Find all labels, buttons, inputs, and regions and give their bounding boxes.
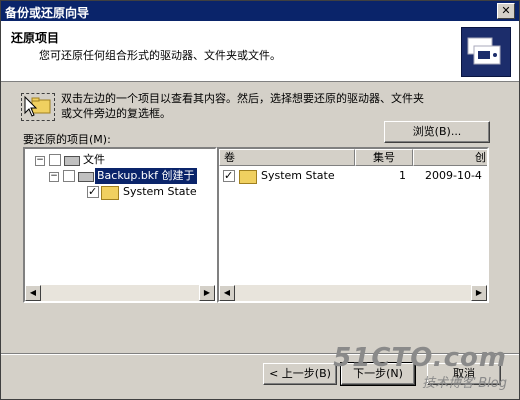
drive-icon: [64, 156, 80, 166]
instruction-text: 双击左边的一个项目以查看其内容。然后，选择想要还原的驱动器、文件夹或文件旁边的复…: [61, 92, 424, 120]
backup-cards-icon: [461, 27, 511, 77]
title-bar: 备份或还原向导 ✕: [1, 1, 519, 21]
back-button[interactable]: < 上一步(B): [263, 363, 337, 385]
scroll-left-button[interactable]: ◀: [25, 285, 41, 301]
page-title: 还原项目: [11, 31, 60, 45]
row-checkbox[interactable]: [223, 168, 235, 184]
tree-label: Backup.bkf 创建于: [95, 168, 197, 184]
tree-checkbox[interactable]: [63, 170, 75, 182]
collapse-toggle[interactable]: −: [49, 172, 59, 182]
browse-button[interactable]: 浏览(B)...: [384, 121, 490, 143]
row-name: System State: [261, 169, 335, 182]
tree-item-backup[interactable]: − Backup.bkf 创建于: [31, 168, 211, 184]
scroll-left-button[interactable]: ◀: [219, 285, 235, 301]
row-set-number: 1: [399, 169, 406, 182]
watermark-sub: 技术博客 Blog: [422, 376, 507, 391]
backup-file-icon: [78, 172, 94, 182]
items-label: 要还原的项目(M):: [23, 133, 111, 146]
page-subtitle: 您可还原任何组合形式的驱动器、文件夹或文件。: [39, 49, 281, 62]
tree-label: 文件: [83, 153, 105, 166]
list-row[interactable]: System State: [223, 168, 363, 184]
window-title: 备份或还原向导: [5, 6, 90, 20]
system-state-icon: [239, 170, 257, 184]
horizontal-scrollbar[interactable]: ◀ ▶: [25, 285, 215, 301]
tree-item-system-state[interactable]: System State: [31, 184, 211, 200]
horizontal-scrollbar[interactable]: ◀ ▶: [219, 285, 487, 301]
column-header-created[interactable]: 创: [413, 149, 487, 166]
list-pane[interactable]: 卷 集号 创 System State 1 2009-10-4 ◀ ▶: [217, 147, 489, 303]
tree-label: System State: [123, 185, 197, 198]
close-button[interactable]: ✕: [497, 3, 515, 19]
collapse-toggle[interactable]: −: [35, 156, 45, 166]
wizard-window: 备份或还原向导 ✕ 还原项目 您可还原任何组合形式的驱动器、文件夹或文件。 双击…: [0, 0, 520, 400]
tree-checkbox[interactable]: [87, 184, 99, 200]
scroll-right-button[interactable]: ▶: [199, 285, 215, 301]
column-header-volume[interactable]: 卷: [219, 149, 355, 166]
tree-pane[interactable]: − 文件 − Backup.bkf 创建于 System State ◀ ▶: [23, 147, 217, 303]
wizard-header: 还原项目 您可还原任何组合形式的驱动器、文件夹或文件。: [1, 21, 519, 82]
tree-item-files[interactable]: − 文件: [31, 152, 211, 168]
system-state-icon: [101, 186, 119, 200]
watermark-main: 51CTO.com: [333, 343, 507, 373]
scroll-right-button[interactable]: ▶: [471, 285, 487, 301]
row-created-date: 2009-10-4: [425, 169, 482, 182]
tree-checkbox[interactable]: [49, 154, 61, 166]
column-header-set[interactable]: 集号: [355, 149, 413, 166]
folder-cursor-icon: [21, 93, 55, 121]
